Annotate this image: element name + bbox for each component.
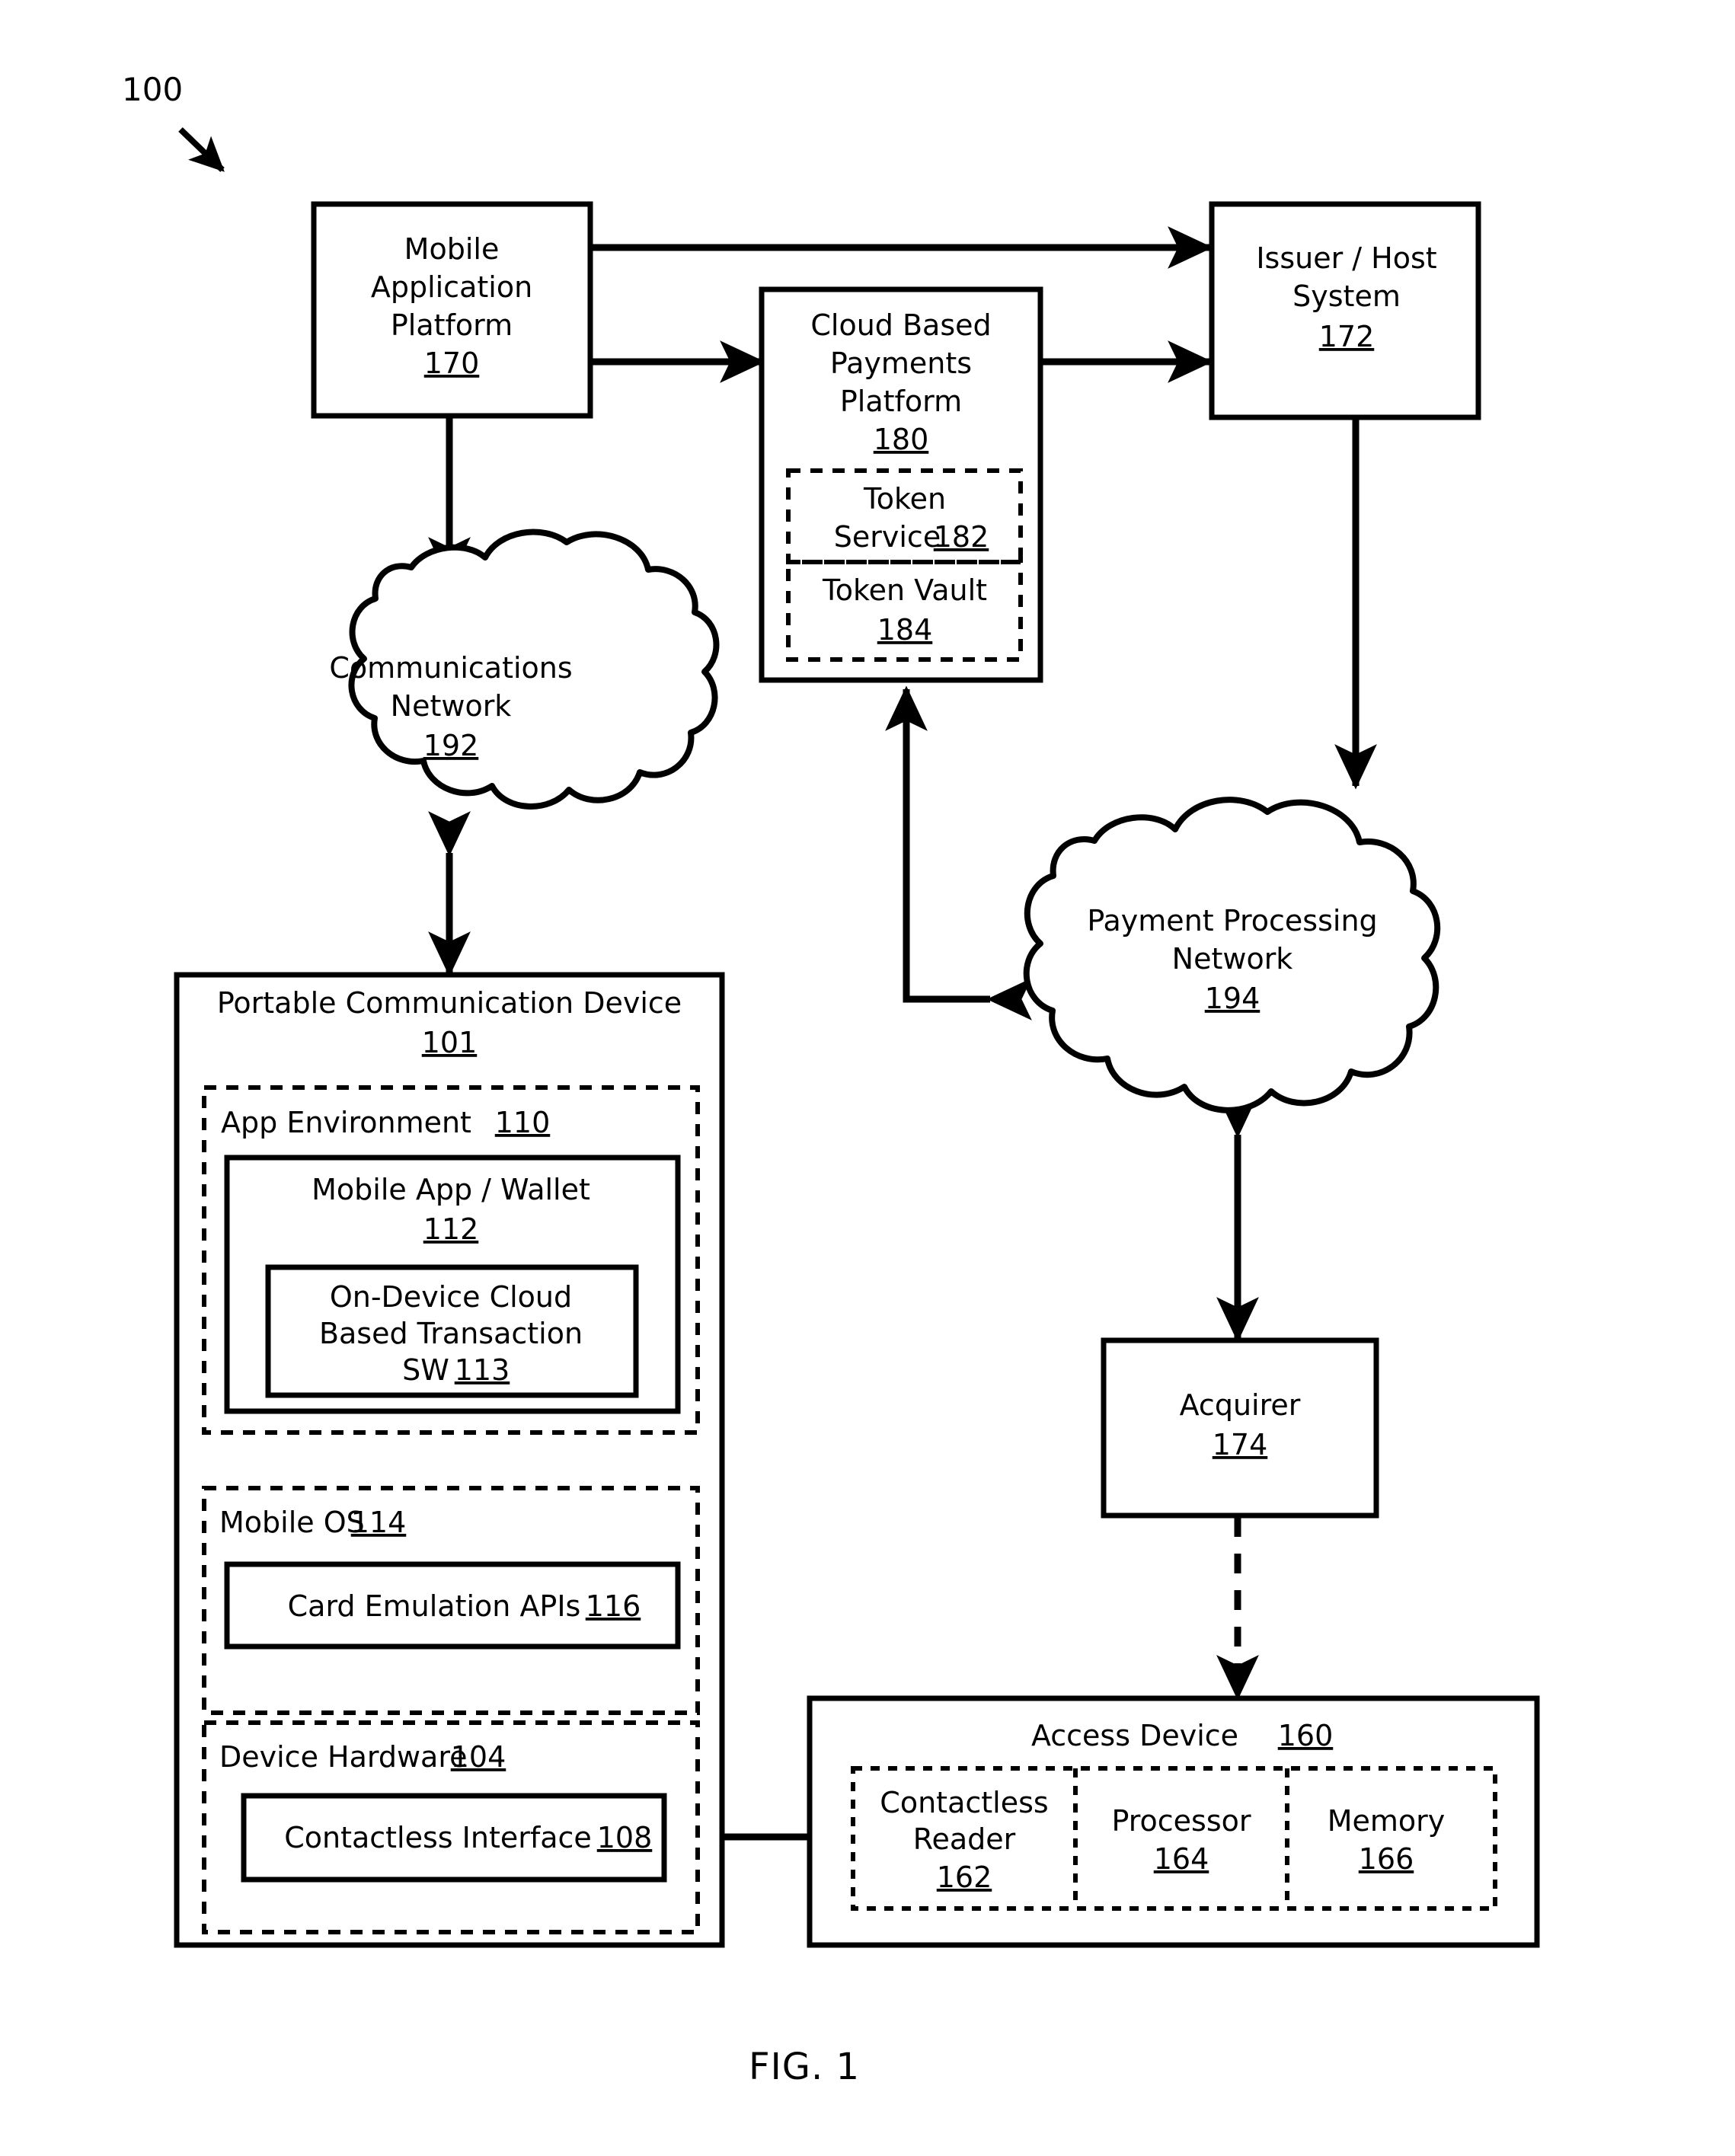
figure-caption: FIG. 1 (749, 2046, 860, 2088)
node-contactless-interface[interactable]: Contactless Interface 108 (241, 1793, 667, 1883)
on-device-sw-line1: On-Device Cloud (330, 1280, 572, 1314)
figure-callout-number: 100 (122, 71, 183, 108)
contactless-reader-line2: Reader (913, 1822, 1016, 1856)
mobile-os-title: Mobile OS (219, 1506, 365, 1539)
figure-canvas: 100 Mobile Application Platform 170 Clou… (122, 71, 1540, 2088)
mobile-application-platform-line1: Mobile (404, 232, 500, 266)
node-cloud-based-payments-platform[interactable]: Cloud Based Payments Platform 180 Token … (759, 286, 1043, 683)
node-acquirer[interactable]: Acquirer 174 (1101, 1337, 1379, 1519)
communications-network-line2: Network (391, 689, 512, 723)
mobile-os-ref: 114 (351, 1506, 407, 1539)
contactless-interface-ref: 108 (597, 1821, 653, 1854)
node-card-emulation-apis[interactable]: Card Emulation APIs 116 (224, 1561, 681, 1650)
memory-ref: 166 (1359, 1842, 1414, 1876)
figure-callout: 100 (122, 71, 225, 172)
connector-ppn-to-cbpp (885, 685, 1032, 1021)
memory-line1: Memory (1328, 1804, 1446, 1838)
mobile-application-platform-ref: 170 (424, 347, 480, 380)
on-device-sw-line2: Based Transaction (319, 1317, 583, 1350)
token-vault-ref: 184 (877, 613, 933, 647)
payment-processing-network-ref: 194 (1205, 982, 1261, 1015)
mobile-application-platform-line3: Platform (391, 308, 513, 342)
acquirer-ref: 174 (1213, 1428, 1268, 1461)
portable-communication-device-ref: 101 (422, 1026, 478, 1059)
on-device-sw-ref: 113 (455, 1353, 510, 1387)
token-service-ref: 182 (934, 520, 989, 554)
node-mobile-application-platform[interactable]: Mobile Application Platform 170 (311, 201, 593, 419)
card-emulation-apis-title: Card Emulation APIs (288, 1589, 581, 1623)
node-payment-processing-network[interactable]: Payment Processing Network 194 (1023, 797, 1441, 1113)
mobile-app-wallet-line1: Mobile App / Wallet (312, 1173, 590, 1206)
token-service-line2: Service (834, 520, 941, 554)
processor-ref: 164 (1154, 1842, 1209, 1876)
processor-line1: Processor (1111, 1804, 1251, 1838)
app-environment-ref: 110 (495, 1106, 551, 1139)
token-vault-line1: Token Vault (822, 573, 987, 607)
contactless-interface-title: Contactless Interface (284, 1821, 592, 1854)
issuer-host-system-line1: Issuer / Host (1256, 241, 1436, 275)
cloud-based-payments-platform-ref: 180 (874, 423, 929, 456)
node-issuer-host-system[interactable]: Issuer / Host System 172 (1209, 201, 1481, 420)
node-mobile-app-wallet[interactable]: Mobile App / Wallet 112 On-Device Cloud … (224, 1155, 681, 1414)
payment-processing-network-line1: Payment Processing (1087, 904, 1377, 937)
device-hardware-ref: 104 (451, 1740, 506, 1774)
communications-network-ref: 192 (423, 729, 479, 762)
cloud-based-payments-platform-line1: Cloud Based (810, 308, 991, 342)
portable-communication-device-title: Portable Communication Device (217, 986, 682, 1020)
payment-processing-network-line2: Network (1172, 942, 1293, 976)
node-communications-network[interactable]: Communications Network 192 (329, 529, 720, 810)
device-hardware-title: Device Hardware (219, 1740, 468, 1774)
node-access-device[interactable]: Access Device 160 Contactless Reader 162… (807, 1695, 1540, 1948)
access-device-title: Access Device (1031, 1719, 1238, 1752)
patent-figure-1: 100 Mobile Application Platform 170 Clou… (0, 0, 1735, 2156)
app-environment-title: App Environment (221, 1106, 471, 1139)
mobile-application-platform-line2: Application (371, 270, 532, 304)
communications-network-line1: Communications (329, 651, 572, 685)
issuer-host-system-line2: System (1292, 279, 1401, 313)
node-portable-communication-device[interactable]: Portable Communication Device 101 App En… (174, 972, 725, 1948)
card-emulation-apis-ref: 116 (586, 1589, 641, 1623)
issuer-host-system-ref: 172 (1319, 320, 1375, 353)
on-device-sw-line3: SW (402, 1353, 449, 1387)
access-device-ref: 160 (1278, 1719, 1334, 1752)
cloud-based-payments-platform-line2: Payments (830, 347, 972, 380)
contactless-reader-line1: Contactless (880, 1786, 1048, 1819)
cloud-based-payments-platform-line3: Platform (840, 385, 962, 418)
mobile-app-wallet-ref: 112 (423, 1212, 479, 1246)
contactless-reader-ref: 162 (937, 1861, 992, 1894)
figure-callout-arrow (178, 127, 225, 172)
node-on-device-cloud-based-transaction-sw[interactable]: On-Device Cloud Based Transaction SW 113 (265, 1264, 639, 1398)
token-service-line1: Token (863, 482, 946, 516)
acquirer-line1: Acquirer (1180, 1388, 1301, 1422)
